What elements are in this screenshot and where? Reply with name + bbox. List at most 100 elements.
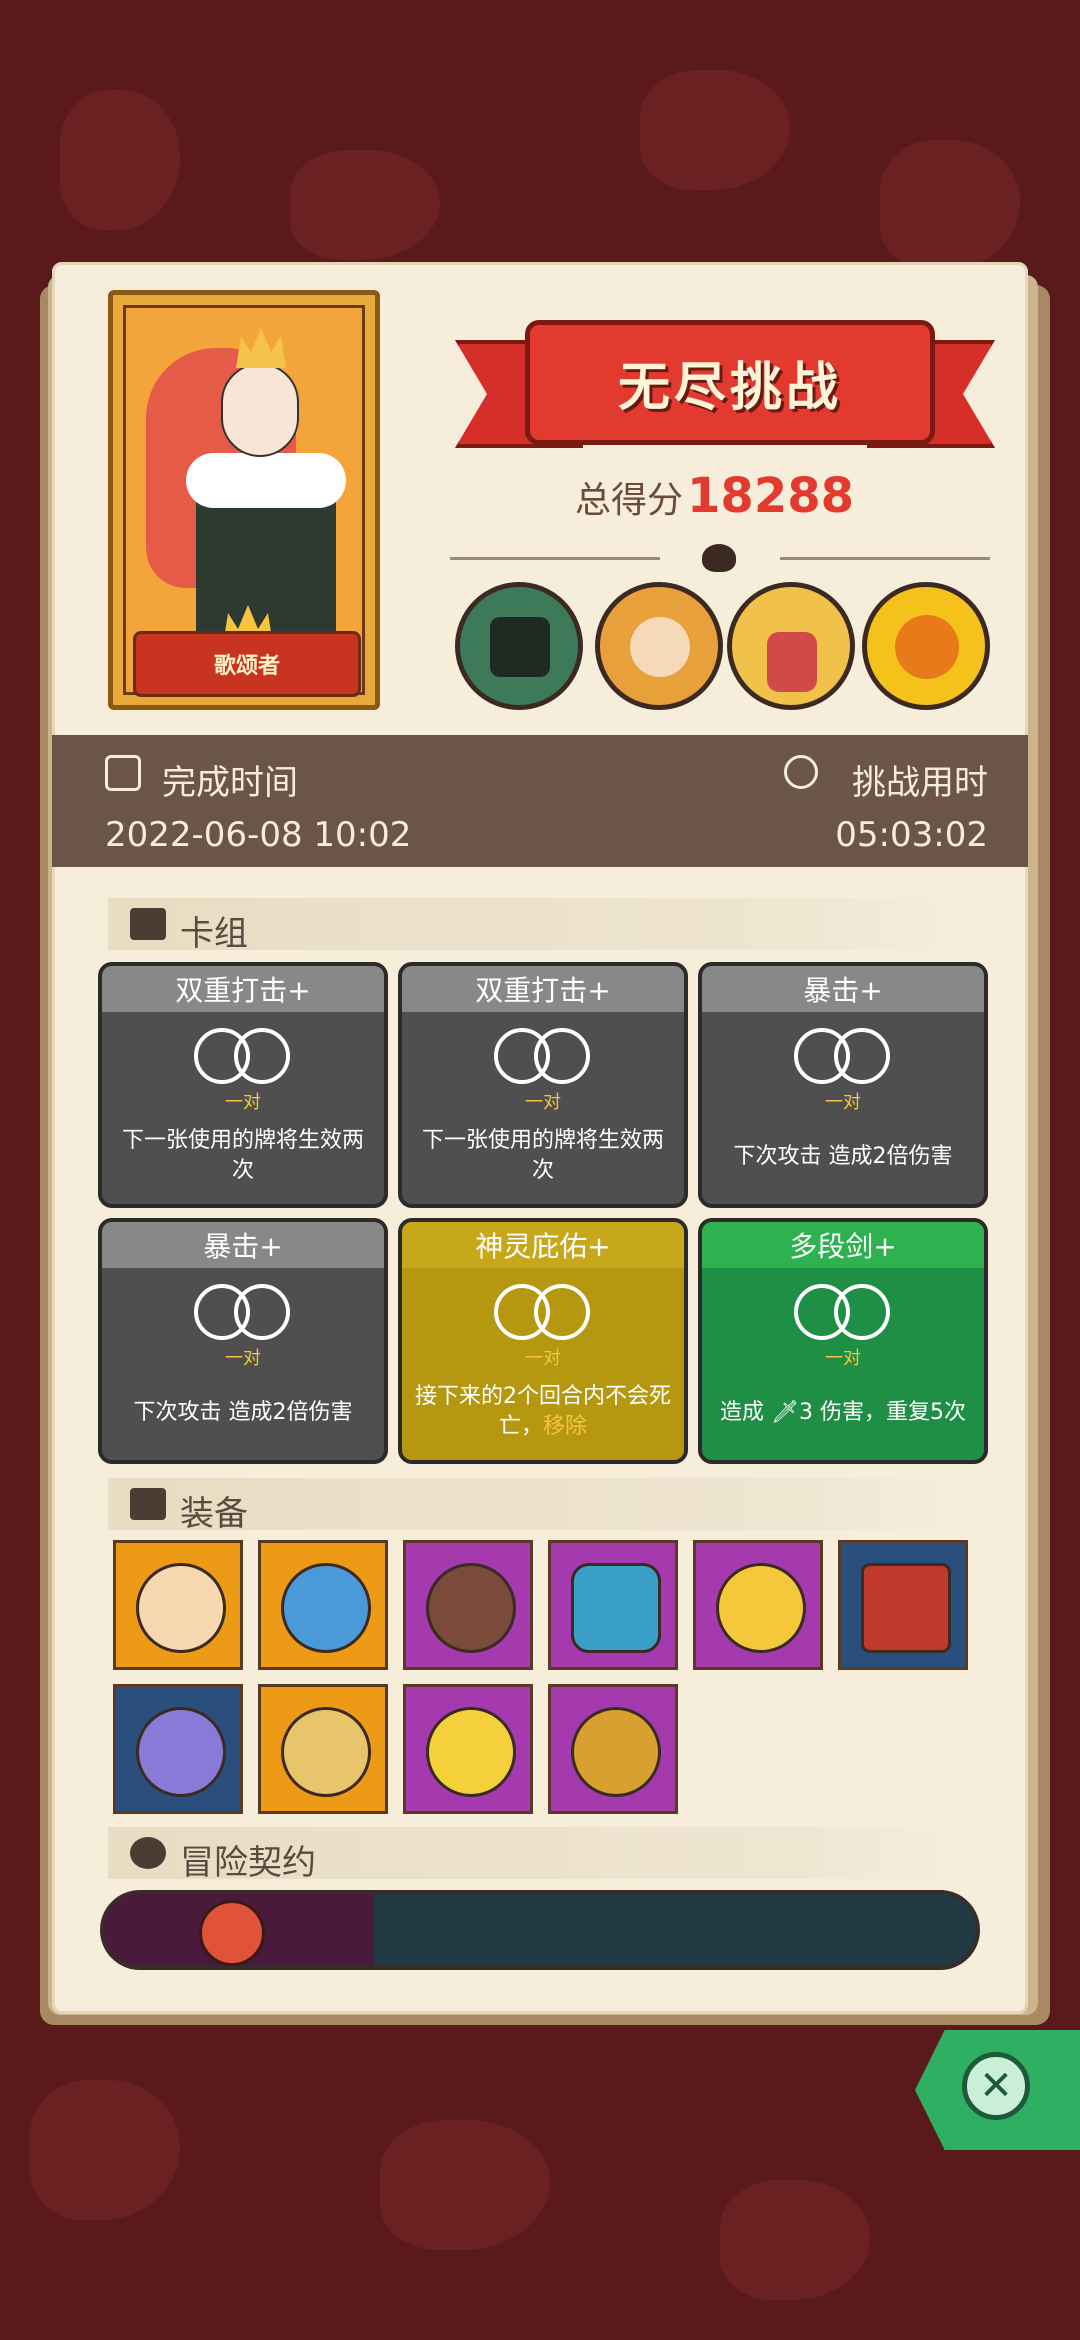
card-desc: 下一张使用的牌将生效两次	[421, 1128, 664, 1183]
boss-icon-pumpkin[interactable]	[862, 582, 990, 710]
equipment-section-header: 装备	[108, 1478, 968, 1534]
demon-skull-icon	[702, 544, 736, 572]
sun-chalice-icon	[426, 1707, 516, 1797]
time-band: 完成时间 2022-06-08 10:02 挑战用时 05:03:02	[52, 735, 1028, 867]
background-shape	[380, 2120, 550, 2250]
blue-cloud-icon	[281, 1563, 371, 1653]
card-desc: 下次攻击 造成2倍伤害	[133, 1400, 353, 1425]
pair-rings-icon	[494, 1284, 594, 1344]
equipment-slot[interactable]	[113, 1540, 243, 1670]
blood-ring-icon	[571, 1707, 661, 1797]
background-shape	[290, 150, 440, 260]
hero-face	[221, 363, 299, 457]
hero-portrait[interactable]: 歌颂者	[108, 290, 380, 710]
boss-icon-lion[interactable]	[595, 582, 723, 710]
background-shape	[880, 140, 1020, 270]
deck-card[interactable]: 双重打击+ 一对 下一张使用的牌将生效两次	[98, 962, 388, 1208]
card-name: 多段剑+	[702, 1222, 984, 1268]
score-label: 总得分	[575, 480, 684, 521]
lion-ring-icon	[281, 1707, 371, 1797]
lion-face-icon	[630, 617, 690, 677]
cube-icon	[130, 1488, 166, 1520]
complete-time-label: 完成时间	[162, 763, 298, 803]
equipment-slot[interactable]	[258, 1684, 388, 1814]
close-icon: ✕	[979, 2063, 1013, 2109]
contract-bar[interactable]	[100, 1890, 980, 1970]
equipment-slot[interactable]	[548, 1684, 678, 1814]
duration-value: 05:03:02	[835, 815, 988, 855]
card-desc: 造成 🗡3 伤害，重复5次	[720, 1400, 966, 1425]
blue-shield-icon	[571, 1563, 661, 1653]
card-tag: 一对	[825, 1348, 861, 1369]
button-icon	[426, 1563, 516, 1653]
divider-line-right	[780, 557, 990, 560]
total-score: 总得分 18288	[575, 468, 854, 524]
knight-helmet-icon	[490, 617, 550, 677]
equipment-slot[interactable]	[403, 1684, 533, 1814]
background-shape	[30, 2080, 180, 2220]
boss-icon-knight[interactable]	[455, 582, 583, 710]
card-name: 暴击+	[102, 1222, 384, 1268]
contract-section-header: 冒险契约	[108, 1827, 968, 1883]
hero-crown	[236, 328, 286, 368]
card-name: 神灵庇佑+	[402, 1222, 684, 1268]
deck-card[interactable]: 双重打击+ 一对 下一张使用的牌将生效两次	[398, 962, 688, 1208]
star-crystal-icon	[136, 1707, 226, 1797]
card-tag: 一对	[225, 1092, 261, 1113]
hero-nameplate: 歌颂者	[133, 631, 361, 697]
banner-title: 无尽挑战	[617, 358, 842, 418]
equipment-slot[interactable]	[693, 1540, 823, 1670]
background-shape	[640, 70, 790, 190]
monkey-face-icon	[199, 1900, 265, 1966]
red-book-icon	[861, 1563, 951, 1653]
divider-line-left	[450, 557, 660, 560]
stopwatch-icon	[784, 755, 818, 789]
boss-icon-mask[interactable]	[727, 582, 855, 710]
card-name: 双重打击+	[402, 966, 684, 1012]
background-shape	[60, 90, 180, 230]
close-button[interactable]: ✕	[962, 2052, 1030, 2120]
contract-title: 冒险契约	[180, 1843, 316, 1883]
card-tag: 一对	[825, 1092, 861, 1113]
deck-card[interactable]: 多段剑+ 一对 造成 🗡3 伤害，重复5次	[698, 1218, 988, 1464]
pair-rings-icon	[794, 1284, 894, 1344]
pair-rings-icon	[794, 1028, 894, 1088]
equipment-slot[interactable]	[548, 1540, 678, 1670]
deck-section-header: 卡组	[108, 898, 968, 954]
card-tag: 一对	[225, 1348, 261, 1369]
moon-star-icon	[716, 1563, 806, 1653]
film-clock-icon	[105, 755, 141, 791]
card-name: 暴击+	[702, 966, 984, 1012]
mode-banner: 无尽挑战	[455, 300, 995, 465]
deck-title: 卡组	[180, 914, 248, 954]
equipment-title: 装备	[180, 1494, 248, 1534]
card-tag: 一对	[525, 1092, 561, 1113]
card-desc-keyword: 移除	[543, 1414, 588, 1439]
ring-shield-icon	[136, 1563, 226, 1653]
card-desc: 下次攻击 造成2倍伤害	[733, 1144, 953, 1169]
card-tag: 一对	[525, 1348, 561, 1369]
mask-face-icon	[767, 632, 817, 692]
complete-time-value: 2022-06-08 10:02	[105, 815, 412, 855]
score-value: 18288	[687, 468, 855, 524]
equipment-slot[interactable]	[113, 1684, 243, 1814]
background-shape	[720, 2180, 870, 2300]
equipment-slot[interactable]	[258, 1540, 388, 1670]
pair-rings-icon	[194, 1028, 294, 1088]
duration-label: 挑战用时	[852, 763, 988, 803]
hero-fur-collar	[186, 453, 346, 508]
deck-card[interactable]: 暴击+ 一对 下次攻击 造成2倍伤害	[98, 1218, 388, 1464]
banner-main: 无尽挑战	[525, 320, 935, 445]
deck-card[interactable]: 神灵庇佑+ 一对 接下来的2个回合内不会死亡，移除	[398, 1218, 688, 1464]
person-icon	[130, 1837, 166, 1869]
boss-divider	[440, 544, 1000, 572]
deck-card[interactable]: 暴击+ 一对 下次攻击 造成2倍伤害	[698, 962, 988, 1208]
pair-rings-icon	[194, 1284, 294, 1344]
equipment-slot[interactable]	[838, 1540, 968, 1670]
equipment-slot[interactable]	[403, 1540, 533, 1670]
pumpkin-face-icon	[895, 615, 959, 679]
card-desc: 接下来的2个回合内不会死亡，移除	[414, 1382, 672, 1442]
cards-icon	[130, 908, 166, 940]
pair-rings-icon	[494, 1028, 594, 1088]
card-name: 双重打击+	[102, 966, 384, 1012]
